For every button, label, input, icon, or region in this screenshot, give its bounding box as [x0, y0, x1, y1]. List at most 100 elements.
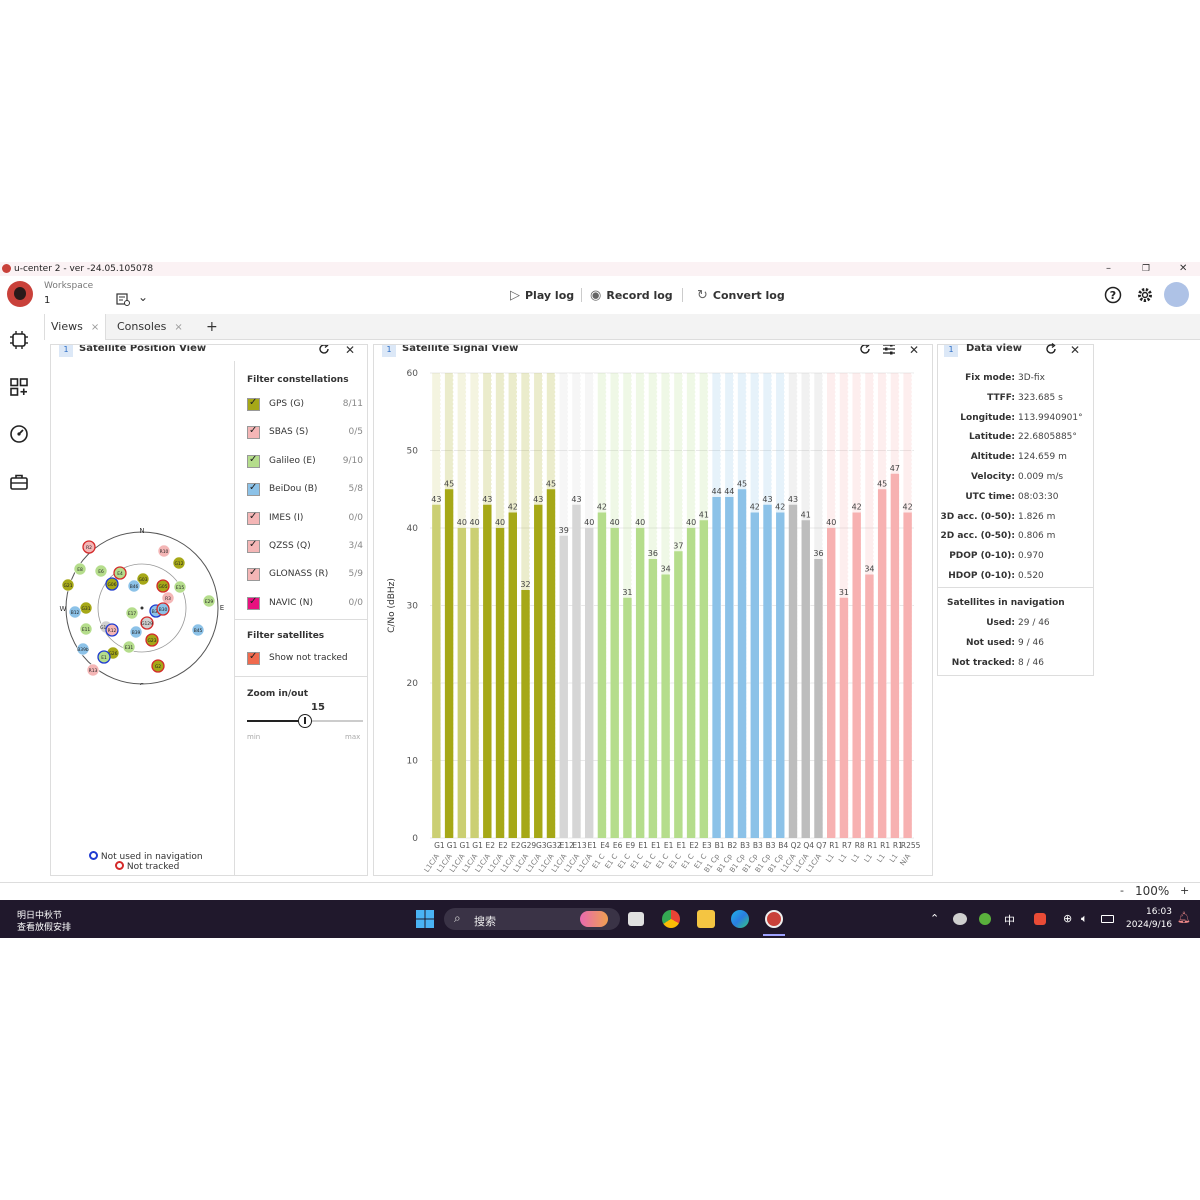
checkbox-box[interactable] [247, 567, 260, 582]
filter-settings-icon[interactable] [882, 344, 896, 356]
filter-constellation-6[interactable]: GLONASS (R) 5/9 [247, 567, 363, 583]
signal-bar[interactable] [648, 559, 658, 838]
signal-bar[interactable] [623, 597, 632, 838]
filter-constellation-7[interactable]: NAVIC (N) 0/0 [247, 596, 363, 612]
signal-bar[interactable] [546, 489, 556, 838]
refresh-icon[interactable] [317, 344, 331, 356]
signal-bar[interactable] [890, 473, 900, 838]
filter-constellation-3[interactable]: BeiDou (B) 5/8 [247, 482, 363, 498]
workspace-save-icon[interactable] [116, 292, 130, 306]
signal-bar[interactable] [572, 504, 581, 838]
dashboard-gauge-icon[interactable] [9, 424, 29, 444]
close-view-icon[interactable]: ✕ [345, 345, 355, 357]
checkbox-box[interactable] [247, 539, 260, 553]
volume-icon[interactable]: 🔈︎ [1081, 912, 1088, 926]
tab-views[interactable]: Views × [44, 314, 107, 340]
signal-bar[interactable] [585, 528, 594, 838]
signal-bar[interactable] [674, 551, 683, 838]
signal-bar[interactable] [750, 512, 759, 839]
signal-bar[interactable] [508, 512, 517, 839]
add-tab-button[interactable]: + [206, 314, 218, 340]
signal-bar[interactable] [839, 597, 849, 838]
signal-bar[interactable] [432, 504, 441, 838]
tab-consoles[interactable]: Consoles × [117, 314, 183, 340]
signal-bar[interactable] [737, 489, 747, 838]
notification-bell-icon[interactable]: 🔔︎ [1177, 911, 1191, 924]
u-center-taskbar-icon[interactable] [765, 910, 783, 928]
signal-bar[interactable] [712, 497, 721, 838]
signal-bar[interactable] [534, 504, 543, 838]
tab-views-close-icon[interactable]: × [91, 322, 99, 333]
signal-bar[interactable] [457, 528, 467, 838]
task-view-icon[interactable] [628, 912, 644, 926]
record-log-button[interactable]: ◉ Record log [590, 287, 673, 303]
tray-app-icon[interactable] [979, 913, 991, 925]
signal-bar[interactable] [635, 528, 645, 838]
zoom-in-button[interactable]: + [1180, 884, 1189, 897]
settings-gear-icon[interactable] [1136, 286, 1154, 304]
signal-bar[interactable] [559, 535, 568, 838]
signal-bar[interactable] [827, 528, 836, 838]
news-line-2[interactable]: 查看放假安排 [17, 920, 71, 933]
filter-constellation-4[interactable]: IMES (I) 0/0 [247, 511, 363, 527]
zoom-slider-track[interactable] [247, 714, 363, 728]
signal-bar[interactable] [877, 489, 887, 838]
edge-icon[interactable] [731, 910, 749, 928]
filter-constellation-0[interactable]: GPS (G) 8/11 [247, 397, 363, 413]
signal-bar[interactable] [470, 528, 479, 838]
ime-indicator[interactable]: 中 [1004, 912, 1015, 928]
signal-bar[interactable] [814, 559, 823, 838]
zoom-out-button[interactable]: - [1120, 884, 1124, 897]
user-avatar[interactable] [1164, 282, 1189, 307]
signal-bar[interactable] [444, 489, 454, 838]
signal-bar[interactable] [661, 574, 670, 839]
close-window-button[interactable]: ✕ [1179, 262, 1187, 276]
play-log-button[interactable]: ▷ Play log [510, 287, 574, 303]
refresh-icon[interactable] [1044, 342, 1058, 356]
wechat-tray-icon[interactable] [953, 913, 967, 925]
checkbox-box[interactable] [247, 511, 260, 525]
signal-bar[interactable] [483, 504, 492, 838]
checkbox-box[interactable] [247, 454, 260, 468]
filter-constellation-1[interactable]: SBAS (S) 0/5 [247, 425, 363, 441]
signal-bar[interactable] [763, 504, 772, 838]
filter-constellation-5[interactable]: QZSS (Q) 3/4 [247, 539, 363, 555]
network-globe-icon[interactable]: ⊕ [1063, 912, 1072, 925]
signal-bar[interactable] [699, 520, 709, 838]
refresh-icon[interactable] [858, 344, 872, 356]
workspace-chevron-down-icon[interactable]: ⌄ [138, 290, 148, 304]
restore-button[interactable]: ❐ [1142, 262, 1150, 276]
signal-bar[interactable] [521, 590, 530, 838]
clock-date[interactable]: 2024/9/16 [1126, 920, 1172, 930]
zoom-slider-thumb[interactable] [298, 714, 312, 728]
signal-bar[interactable] [725, 497, 734, 838]
filter-constellation-2[interactable]: Galileo (E) 9/10 [247, 454, 363, 470]
toolbox-briefcase-icon[interactable] [9, 472, 29, 492]
signal-bar[interactable] [852, 512, 861, 839]
signal-bar[interactable] [610, 528, 619, 838]
taskbar-search-box[interactable]: ⌕ 搜索 [444, 908, 620, 930]
signal-bar[interactable] [903, 512, 912, 839]
checkbox-box[interactable] [247, 482, 260, 497]
tray-chevron-up-icon[interactable]: ⌃ [930, 912, 939, 925]
device-chip-icon[interactable] [9, 330, 29, 350]
close-view-icon[interactable]: ✕ [909, 345, 919, 357]
tab-consoles-close-icon[interactable]: × [174, 322, 182, 333]
help-icon[interactable]: ? [1104, 286, 1122, 304]
checkbox-box[interactable] [247, 397, 260, 411]
clock-time[interactable]: 16:03 [1146, 907, 1172, 917]
minimize-button[interactable]: – [1106, 262, 1111, 276]
signal-bar[interactable] [788, 504, 798, 838]
add-view-grid-icon[interactable] [9, 377, 29, 397]
checkbox-box[interactable] [247, 651, 260, 665]
signal-bar[interactable] [801, 520, 810, 838]
windows-start-icon[interactable] [416, 910, 434, 928]
signal-bar[interactable] [865, 574, 874, 839]
battery-icon[interactable] [1101, 915, 1114, 923]
close-view-icon[interactable]: ✕ [1070, 343, 1080, 357]
checkbox-box[interactable] [247, 425, 260, 440]
show-not-tracked-checkbox[interactable]: Show not tracked [247, 651, 363, 667]
checkbox-box[interactable] [247, 596, 260, 610]
signal-bar[interactable] [597, 512, 607, 839]
file-explorer-icon[interactable] [697, 910, 715, 928]
